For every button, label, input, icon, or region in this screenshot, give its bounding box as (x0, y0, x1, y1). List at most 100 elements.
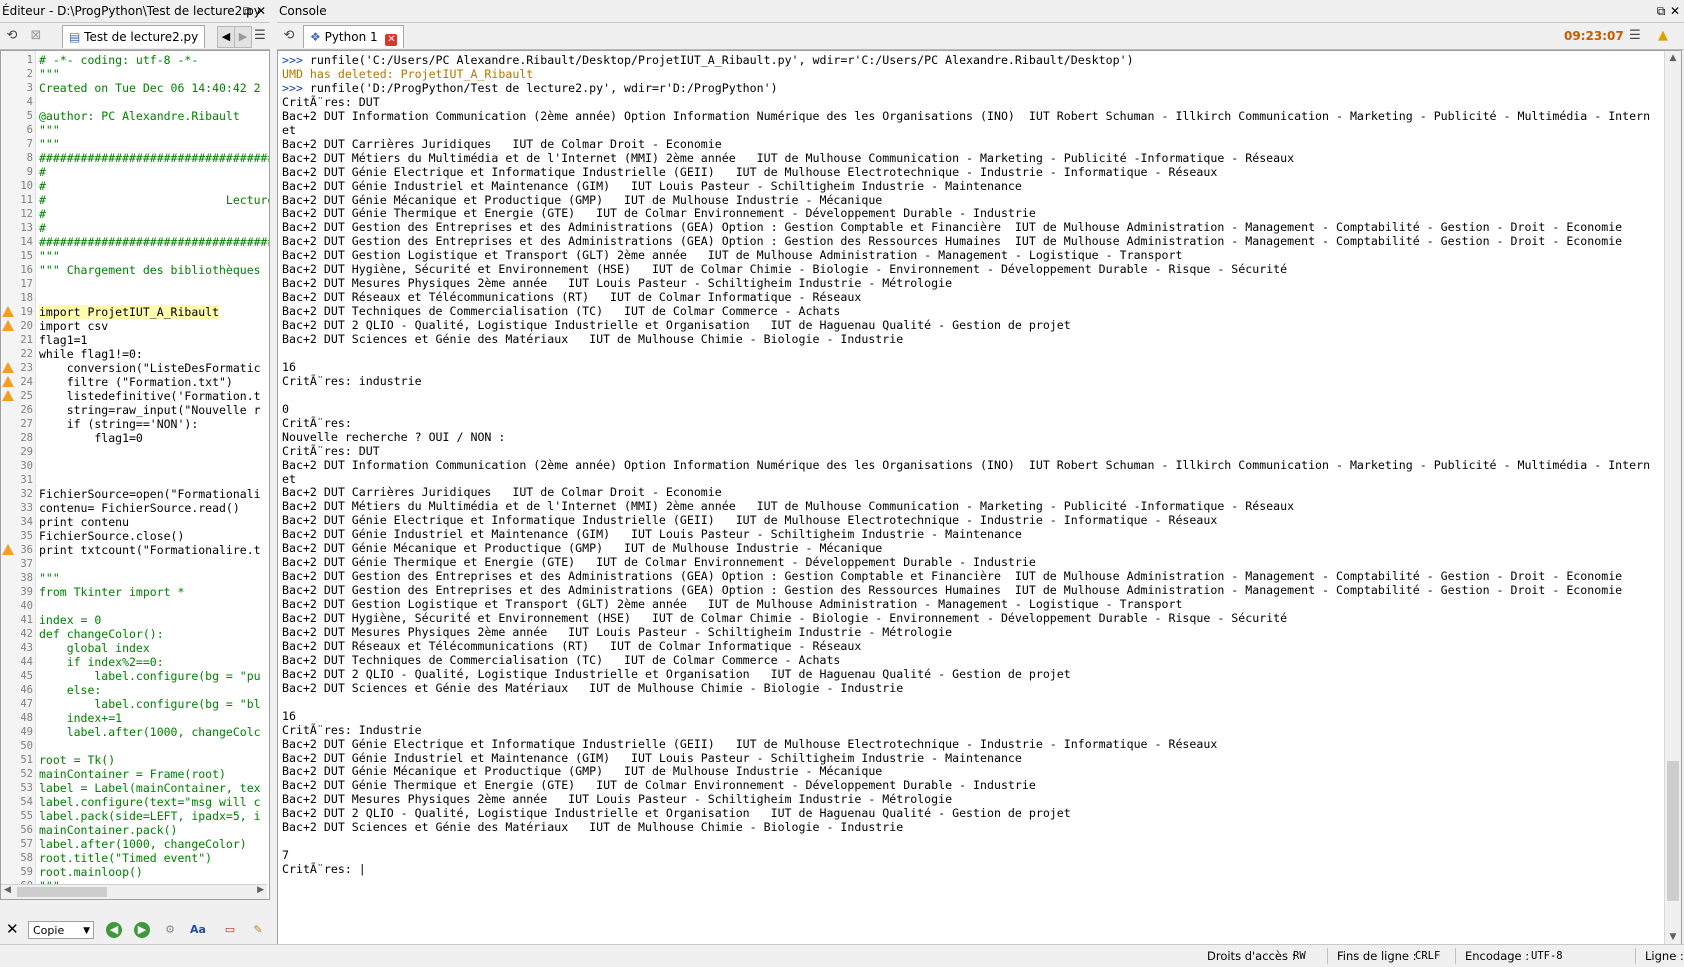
code-line[interactable]: 26 string=raw_input("Nouvelle r (1, 403, 267, 417)
code-line[interactable]: 1 # -*- coding: utf-8 -*- (1, 53, 267, 67)
undock-icon[interactable]: ⧉ (1654, 0, 1668, 22)
scroll-right-icon[interactable]: ▶ (257, 885, 264, 895)
editor-scroll-thumb[interactable] (17, 887, 107, 897)
code-line[interactable]: 25 listedefinitive('Formation.t (1, 389, 267, 403)
code-line[interactable]: 42 def changeColor(): (1, 627, 267, 641)
code-line[interactable]: 5 @author: PC Alexandre.Ribault (1, 109, 267, 123)
console-vertical-scrollbar[interactable]: ▲ ▼ (1664, 51, 1681, 944)
console-line: Bac+2 DUT Génie Mécanique et Productique… (282, 541, 882, 556)
code-line[interactable]: 9 # (1, 165, 267, 179)
code-line[interactable]: 51 root = Tk() (1, 753, 267, 767)
code-line[interactable]: 8 ################################### (1, 151, 269, 165)
code-line[interactable]: 11 # Lecture (1, 193, 269, 207)
console-pane: Console ⧉ ✕ ⟲ ❖ Python 1 ✕ 09:23:07 ☰ ▲ >… (277, 0, 1684, 945)
code-line[interactable]: 15 """ (1, 249, 267, 263)
code-line[interactable]: 59 root.mainloop() (1, 865, 267, 879)
code-line[interactable]: 50 (1, 739, 267, 753)
code-line[interactable]: 53 label = Label(mainContainer, tex (1, 781, 267, 795)
code-line[interactable]: 2 """ (1, 67, 267, 81)
code-line[interactable]: 57 label.after(1000, changeColor) (1, 837, 267, 851)
console-line: Bac+2 DUT Gestion Logistique et Transpor… (282, 597, 1182, 612)
find-mode-select[interactable]: Copie ▼ (28, 921, 94, 939)
code-line[interactable]: 45 label.configure(bg = "pu (1, 669, 267, 683)
code-line[interactable]: 56 mainContainer.pack() (1, 823, 267, 837)
highlight-icon[interactable]: ✎ (250, 922, 266, 938)
code-line[interactable]: 10 # (1, 179, 267, 193)
code-line[interactable]: 28 flag1=0 (1, 431, 267, 445)
whole-word-icon[interactable]: ▭ (222, 922, 238, 938)
code-line[interactable]: 7 """ (1, 137, 267, 151)
code-line[interactable]: 49 label.after(1000, changeColc (1, 725, 267, 739)
console-text: et (282, 471, 296, 486)
code-line[interactable]: 54 label.configure(text="msg will c (1, 795, 267, 809)
code-line[interactable]: 55 label.pack(side=LEFT, ipadx=5, i (1, 809, 267, 823)
editor-tab[interactable]: ▤ Test de lecture2.py (62, 25, 206, 48)
code-line[interactable]: 19 import ProjetIUT_A_Ribault (1, 305, 267, 319)
code-line[interactable]: 22 while flag1!=0: (1, 347, 267, 361)
code-line[interactable]: 6 """ (1, 123, 267, 137)
console-text: et (282, 122, 296, 137)
console-tab[interactable]: ❖ Python 1 ✕ (303, 25, 405, 48)
editor-horizontal-scrollbar[interactable]: ◀ ▶ (1, 884, 267, 899)
code-line[interactable]: 27 if (string=='NON'): (1, 417, 267, 431)
code-line[interactable]: 38 """ (1, 571, 267, 585)
close-file-icon[interactable]: ⊠ (28, 28, 44, 44)
code-line[interactable]: 20 import csv (1, 319, 267, 333)
code-line[interactable]: 52 mainContainer = Frame(root) (1, 767, 267, 781)
code-line[interactable]: 39 from Tkinter import * (1, 585, 267, 599)
code-line[interactable]: 24 filtre ("Formation.txt") (1, 375, 267, 389)
console-scroll-thumb[interactable] (1667, 761, 1679, 901)
warning-icon[interactable]: ▲ (1655, 28, 1671, 44)
scroll-left-icon[interactable]: ◀ (4, 885, 11, 895)
code-line[interactable]: 46 else: (1, 683, 267, 697)
code-line[interactable]: 40 (1, 599, 267, 613)
code-line[interactable]: 35 FichierSource.close() (1, 529, 267, 543)
code-line[interactable]: 44 if index%2==0: (1, 655, 267, 669)
options-menu-icon[interactable]: ☰ (252, 28, 268, 44)
console-output[interactable]: >>> runfile('C:/Users/PC Alexandre.Ribau… (277, 50, 1682, 945)
code-line[interactable]: 23 conversion("ListeDesFormatic (1, 361, 267, 375)
code-line[interactable]: 21 flag1=1 (1, 333, 267, 347)
code-line[interactable]: 58 root.title("Timed event") (1, 851, 267, 865)
code-line[interactable]: 34 print contenu (1, 515, 267, 529)
code-line[interactable]: 36 print txtcount("Formationalire.t (1, 543, 267, 557)
editor-tabbar: ⟲ ⊠ ▤ Test de lecture2.py ◀ ▶ ☰ (0, 23, 270, 50)
tab-left-arrow-icon[interactable]: ◀ (217, 26, 235, 48)
close-console-icon[interactable]: ✕ (385, 34, 398, 46)
close-pane-icon[interactable]: ✕ (1668, 0, 1682, 22)
code-line[interactable]: 29 (1, 445, 267, 459)
code-line[interactable]: 48 index+=1 (1, 711, 267, 725)
code-line[interactable]: 14 ################################### (1, 235, 269, 249)
case-sensitive-icon[interactable]: Aa (190, 922, 206, 938)
tab-right-arrow-icon[interactable]: ▶ (234, 26, 252, 48)
close-find-icon[interactable]: ✕ (6, 920, 19, 938)
close-pane-icon[interactable]: ✕ (254, 0, 268, 22)
code-line[interactable]: 4 (1, 95, 267, 109)
code-line[interactable]: 18 (1, 291, 267, 305)
code-line[interactable]: 16 """ Chargement des bibliothèques (1, 263, 267, 277)
code-line[interactable]: 17 (1, 277, 267, 291)
scroll-up-icon[interactable]: ▲ (1665, 51, 1681, 65)
code-line[interactable]: 47 label.configure(bg = "bl (1, 697, 267, 711)
code-line[interactable]: 13 # (1, 221, 267, 235)
code-line[interactable]: 43 global index (1, 641, 267, 655)
gear-icon[interactable]: ⚙ (162, 922, 178, 938)
undock-icon[interactable]: ⧉ (240, 0, 254, 22)
code-line[interactable]: 12 # (1, 207, 267, 221)
code-line[interactable]: 32 FichierSource=open("Formationali (1, 487, 267, 501)
code-line[interactable]: 31 (1, 473, 267, 487)
options-menu-icon[interactable]: ☰ (1627, 28, 1643, 44)
code-line[interactable]: 30 (1, 459, 267, 473)
umd-warning-text[interactable]: UMD has deleted: ProjetIUT_A_Ribault (282, 67, 533, 81)
line-number: 45 (20, 670, 33, 682)
code-line[interactable]: 41 index = 0 (1, 613, 267, 627)
code-line[interactable]: 33 contenu= FichierSource.read() (1, 501, 267, 515)
find-next-icon[interactable]: ▶ (134, 922, 150, 938)
scroll-down-icon[interactable]: ▼ (1665, 930, 1681, 944)
browse-consoles-icon[interactable]: ⟲ (281, 28, 297, 44)
find-previous-icon[interactable]: ◀ (106, 922, 122, 938)
code-line[interactable]: 37 (1, 557, 267, 571)
code-line[interactable]: 3 Created on Tue Dec 06 14:40:42 2 (1, 81, 267, 95)
browse-tabs-icon[interactable]: ⟲ (4, 28, 20, 44)
code-editor[interactable]: 1 # -*- coding: utf-8 -*- 2 """ 3 Created on … (0, 50, 270, 900)
